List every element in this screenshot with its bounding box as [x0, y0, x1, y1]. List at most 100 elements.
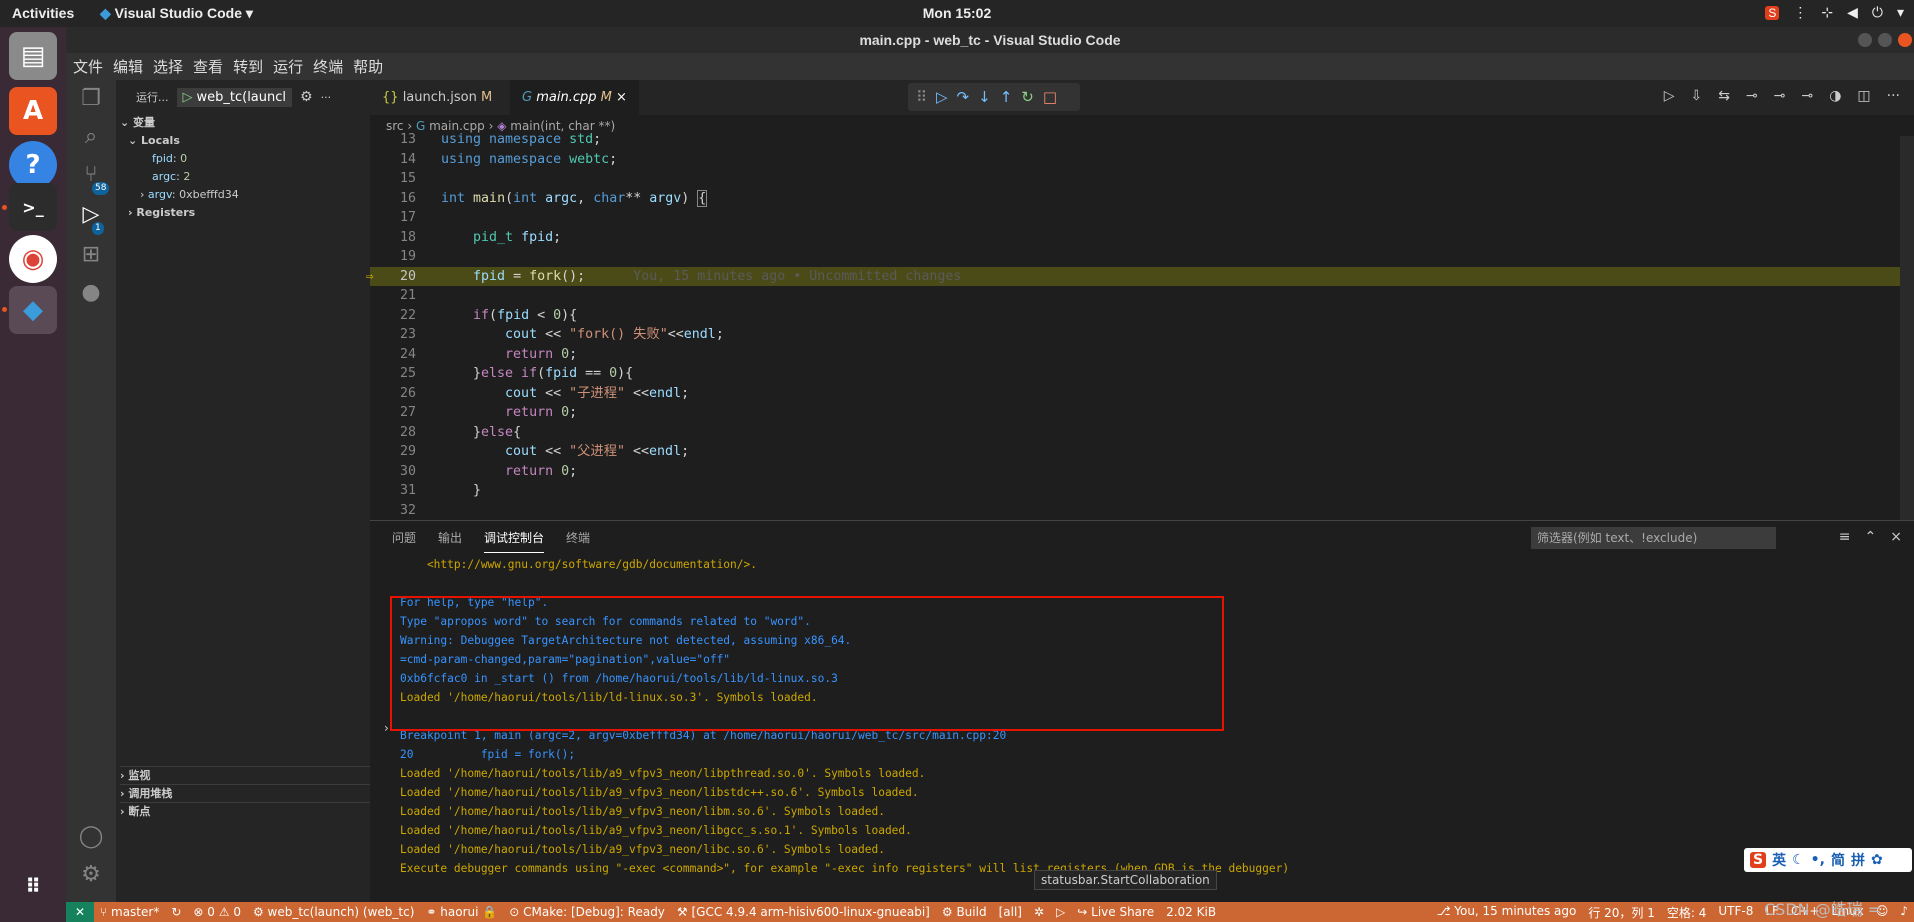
code-line[interactable]: 13 using namespace std;: [370, 130, 1914, 149]
step-out-icon[interactable]: ↑: [1000, 88, 1013, 106]
step-into-icon[interactable]: ↓: [978, 88, 991, 106]
next-change-icon[interactable]: ⊸: [1801, 88, 1813, 104]
code-line[interactable]: 16 int main(int argc, char** argv) {: [370, 189, 1914, 208]
code-editor[interactable]: 13 using namespace std; 14 using namespace …: [366, 132, 1914, 520]
watch-section[interactable]: › 监视: [120, 766, 374, 784]
debug-config-select[interactable]: ▷ web_tc(launcl: [176, 87, 293, 107]
code-line[interactable]: 19: [370, 247, 1914, 266]
maximize-panel-icon[interactable]: ⌃: [1865, 529, 1877, 545]
close-panel-icon[interactable]: ×: [1890, 529, 1902, 545]
build-target[interactable]: [all]: [993, 905, 1028, 919]
line-number[interactable]: 22: [370, 306, 416, 325]
grip-icon[interactable]: ⠿: [916, 88, 927, 106]
timeline-icon[interactable]: ⊸: [1746, 88, 1758, 104]
step-over-icon[interactable]: ↷: [957, 88, 970, 106]
code-line[interactable]: 20 fpid = fork(); You, 15 minutes ago • …: [366, 266, 1914, 286]
line-number[interactable]: 27: [370, 403, 416, 422]
run-status-icon[interactable]: ▷: [1050, 905, 1071, 919]
toggle-blame-icon[interactable]: ◑: [1829, 88, 1841, 104]
continue-icon[interactable]: ▷: [936, 88, 948, 106]
code-line[interactable]: 27 return 0;: [370, 403, 1914, 422]
tab-terminal[interactable]: 终端: [566, 529, 590, 553]
tab-problems[interactable]: 问题: [392, 529, 416, 553]
software-icon[interactable]: A: [9, 87, 57, 135]
menu-selection[interactable]: 选择: [153, 56, 183, 77]
search-icon[interactable]: ⌕: [78, 124, 104, 150]
network-icon[interactable]: ⊹: [1821, 4, 1833, 21]
breakpoint-arrow-icon[interactable]: ⇨: [366, 267, 373, 286]
compare-icon[interactable]: ⇆: [1718, 88, 1730, 104]
cursor-position[interactable]: 行 20，列 1: [1582, 904, 1661, 921]
user-status[interactable]: ⚭ haorui 🔒: [420, 905, 503, 919]
line-number[interactable]: 30: [370, 462, 416, 481]
debug-launch-status[interactable]: ⚙ web_tc(launch) (web_tc): [247, 905, 420, 919]
code-line[interactable]: 22 if(fpid < 0){: [370, 306, 1914, 325]
code-line[interactable]: 31 }: [370, 481, 1914, 500]
kit-status[interactable]: ⚒ [GCC 4.9.4 arm-hisiv600-linux-gnueabi]: [671, 905, 936, 919]
code-line[interactable]: 28 }else{: [370, 423, 1914, 442]
variable-fpid[interactable]: fpid: 0: [152, 150, 187, 168]
account-icon[interactable]: ◯: [78, 824, 104, 850]
more-icon[interactable]: ···: [321, 91, 332, 104]
code-line[interactable]: 30 return 0;: [370, 462, 1914, 481]
run-icon[interactable]: ▷: [1664, 88, 1675, 104]
breakpoints-section[interactable]: › 断点: [120, 802, 374, 820]
menu-file[interactable]: 文件: [73, 56, 103, 77]
line-number[interactable]: 14: [370, 150, 416, 169]
code-line[interactable]: 24 return 0;: [370, 345, 1914, 364]
power-icon[interactable]: ⏻: [1872, 4, 1883, 21]
line-number[interactable]: 23: [370, 325, 416, 344]
menu-run[interactable]: 运行: [273, 56, 303, 77]
chevron-down-icon[interactable]: ▾: [1897, 4, 1904, 21]
show-apps-icon[interactable]: ⠿: [9, 862, 57, 910]
line-number[interactable]: 32: [370, 501, 416, 520]
gear-icon[interactable]: ⚙: [300, 89, 313, 105]
menu-help[interactable]: 帮助: [353, 56, 383, 77]
encoding-status[interactable]: UTF-8: [1712, 904, 1759, 921]
line-number[interactable]: 15: [370, 169, 416, 188]
blame-status[interactable]: ⎇ You, 15 minutes ago: [1431, 904, 1583, 921]
menu-terminal[interactable]: 终端: [313, 56, 343, 77]
system-tray[interactable]: S ⋮ ⊹ ◀ ⏻ ▾: [1765, 4, 1904, 21]
branch-status[interactable]: ⑂ master*: [94, 905, 165, 919]
ime-mode[interactable]: 英: [1772, 850, 1786, 870]
maximize-button[interactable]: [1878, 33, 1892, 47]
tab-launch-json[interactable]: {} launch.json M: [370, 80, 504, 115]
line-number[interactable]: 31: [370, 481, 416, 500]
code-line[interactable]: 21: [370, 286, 1914, 305]
problems-status[interactable]: ⊗ 0 ⚠ 0: [187, 905, 247, 919]
line-number[interactable]: 20: [370, 267, 416, 286]
cmake-status[interactable]: ⊙ CMake: [Debug]: Ready: [503, 905, 671, 919]
callstack-section[interactable]: › 调用堆栈: [120, 784, 374, 802]
line-number[interactable]: 26: [370, 384, 416, 403]
line-number[interactable]: 18: [370, 228, 416, 247]
close-icon[interactable]: ×: [616, 90, 627, 105]
tab-main-cpp[interactable]: G main.cpp M ×: [510, 80, 639, 115]
menu-go[interactable]: 转到: [233, 56, 263, 77]
ime-simplified[interactable]: 简: [1831, 850, 1845, 870]
github-icon[interactable]: ●: [78, 280, 104, 306]
indent-status[interactable]: 空格: 4: [1661, 904, 1713, 921]
variable-argv[interactable]: › argv: 0xbefffd34: [140, 186, 239, 204]
more-icon[interactable]: ···: [1887, 88, 1900, 104]
line-number[interactable]: 16: [370, 189, 416, 208]
line-number[interactable]: 25: [370, 364, 416, 383]
line-number[interactable]: 19: [370, 247, 416, 266]
files-icon[interactable]: ▤: [9, 32, 57, 80]
sogou-tray-icon[interactable]: S: [1765, 5, 1780, 20]
help-icon[interactable]: ?: [9, 141, 57, 189]
volume-icon[interactable]: ◀: [1847, 4, 1858, 21]
vscode-icon[interactable]: ◆: [9, 286, 57, 334]
editor-scrollbar[interactable]: [1900, 136, 1914, 520]
tab-debug-console[interactable]: 调试控制台: [484, 529, 545, 553]
start-debug-icon[interactable]: ▷: [183, 90, 193, 105]
build-button[interactable]: ⚙ Build: [936, 905, 993, 919]
debug-bug-icon[interactable]: ✲: [1028, 905, 1050, 919]
open-changes-icon[interactable]: ⇩: [1691, 88, 1703, 104]
split-editor-icon[interactable]: ◫: [1857, 88, 1870, 104]
minimize-button[interactable]: [1858, 33, 1872, 47]
registers-scope[interactable]: › Registers: [128, 204, 195, 222]
line-number[interactable]: 13: [370, 130, 416, 149]
liveshare-status[interactable]: ↪ Live Share: [1071, 905, 1160, 919]
locals-scope[interactable]: ⌄ Locals: [128, 132, 180, 150]
